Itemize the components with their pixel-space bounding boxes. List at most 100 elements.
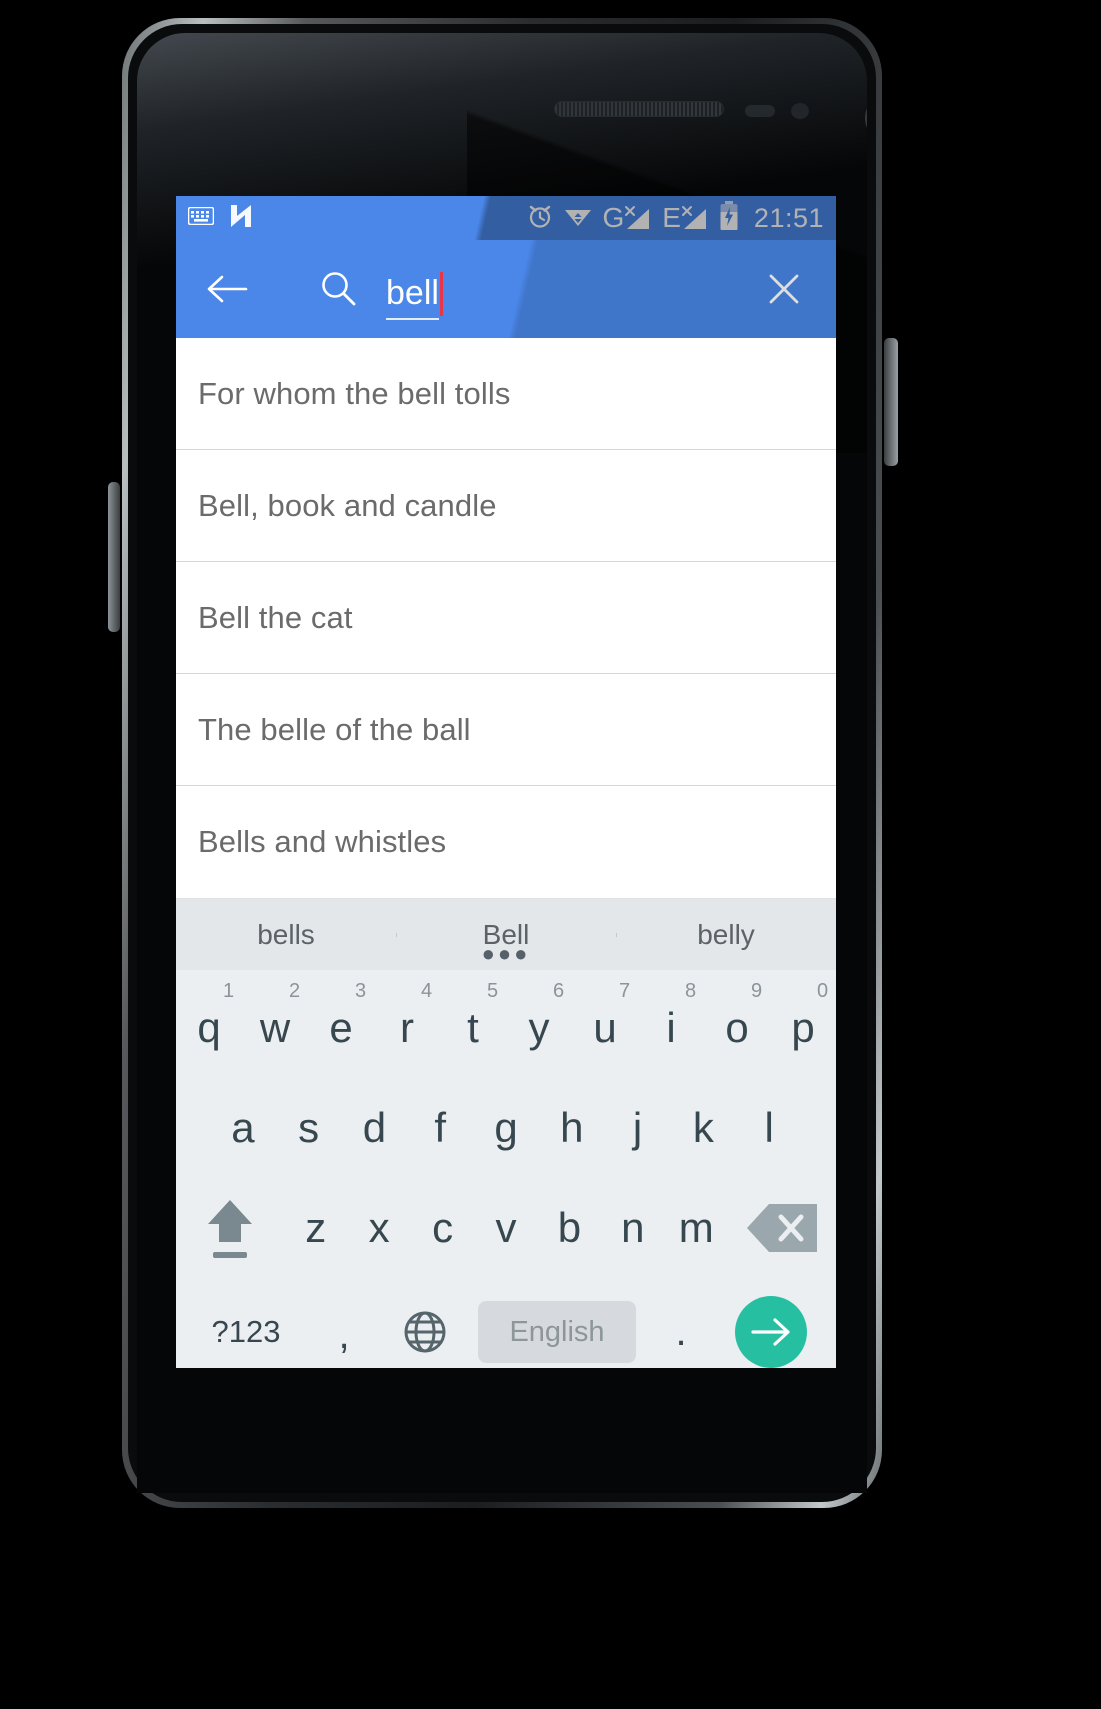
key-number-hint: 7 — [619, 980, 631, 1002]
key-m[interactable]: m — [665, 1178, 728, 1278]
key-number-hint: 0 — [817, 980, 829, 1002]
space-key[interactable]: English — [478, 1301, 636, 1363]
key-number-hint: 8 — [685, 980, 697, 1002]
back-button[interactable] — [200, 262, 254, 316]
key-number-hint: 9 — [751, 980, 763, 1002]
list-item[interactable]: For whom the bell tolls — [176, 338, 836, 450]
suggestion-chip-3[interactable]: belly — [616, 919, 836, 951]
key-label: t — [467, 1004, 479, 1051]
search-app-bar: bell — [176, 240, 836, 338]
arrow-left-icon — [207, 275, 248, 303]
power-button[interactable] — [884, 338, 898, 466]
status-bar-right: G E 21:51 — [526, 200, 824, 236]
nexus-n-icon — [228, 202, 254, 235]
status-bar: G E 21:51 — [176, 196, 836, 240]
clear-search-button[interactable] — [756, 261, 812, 317]
key-g[interactable]: g — [473, 1078, 539, 1178]
key-h[interactable]: h — [539, 1078, 605, 1178]
suggestion-chip-2[interactable]: Bell ●●● — [396, 919, 616, 964]
key-n[interactable]: n — [601, 1178, 664, 1278]
search-input[interactable]: bell — [386, 258, 738, 320]
key-label: l — [764, 1104, 774, 1151]
language-switch-key[interactable] — [382, 1308, 468, 1356]
status-bar-clock: 21:51 — [753, 202, 824, 233]
backspace-icon — [746, 1204, 817, 1252]
key-s[interactable]: s — [276, 1078, 342, 1178]
key-e[interactable]: 3e — [308, 978, 374, 1078]
signal-g-icon: G — [602, 201, 653, 233]
signal-g-label: G — [602, 201, 625, 233]
key-label: i — [666, 1004, 676, 1051]
language-globe-icon — [404, 1311, 446, 1353]
key-y[interactable]: 6y — [506, 978, 572, 1078]
key-a[interactable]: a — [210, 1078, 276, 1178]
keyboard-row-2: a s d f g h j k l — [176, 1078, 836, 1178]
keyboard-row-3: z x c v b n m — [176, 1178, 836, 1278]
key-q[interactable]: 1q — [176, 978, 242, 1078]
key-t[interactable]: 5t — [440, 978, 506, 1078]
key-v[interactable]: v — [474, 1178, 537, 1278]
key-label: x — [368, 1204, 390, 1251]
list-item-label: The belle of the ball — [198, 711, 471, 747]
signal-e-label: E — [662, 201, 681, 233]
shift-key[interactable] — [176, 1190, 284, 1266]
key-x[interactable]: x — [347, 1178, 410, 1278]
key-w[interactable]: 2w — [242, 978, 308, 1078]
keyboard-icon — [187, 206, 215, 230]
key-p[interactable]: 0p — [770, 978, 836, 1078]
key-label: m — [678, 1204, 714, 1251]
list-item[interactable]: Bell the cat — [176, 562, 836, 674]
list-item[interactable]: Bell, book and candle — [176, 450, 836, 562]
backspace-key[interactable] — [728, 1200, 836, 1256]
key-c[interactable]: c — [411, 1178, 474, 1278]
space-key-label: English — [509, 1315, 605, 1348]
key-r[interactable]: 4r — [374, 978, 440, 1078]
list-item[interactable]: The belle of the ball — [176, 674, 836, 786]
key-z[interactable]: z — [284, 1178, 347, 1278]
key-label: n — [621, 1204, 645, 1251]
search-icon — [318, 269, 358, 309]
enter-key-circle — [735, 1296, 807, 1368]
list-item[interactable]: Bells and whistles — [176, 786, 836, 898]
screenshot-stage: G E 21:51 bell For whom the bell tolls B… — [0, 0, 1101, 1709]
period-key-label: . — [675, 1309, 687, 1354]
key-label: s — [298, 1104, 320, 1151]
more-suggestions-icon[interactable]: ●●● — [482, 942, 531, 965]
proximity-sensor — [745, 105, 775, 117]
front-camera — [865, 95, 867, 141]
key-o[interactable]: 9o — [704, 978, 770, 1078]
signal-e-icon: E — [662, 201, 710, 233]
enter-key[interactable] — [716, 1296, 826, 1368]
list-item-label: Bell, book and candle — [198, 487, 497, 523]
key-u[interactable]: 7u — [572, 978, 638, 1078]
key-f[interactable]: f — [407, 1078, 473, 1178]
volume-button[interactable] — [108, 482, 120, 632]
suggestion-chip-1[interactable]: bells — [176, 919, 396, 951]
key-label: f — [434, 1104, 447, 1151]
key-d[interactable]: d — [342, 1078, 408, 1178]
phone-screen: G E 21:51 bell For whom the bell tolls B… — [176, 196, 836, 1368]
key-label: c — [432, 1204, 454, 1251]
key-b[interactable]: b — [538, 1178, 601, 1278]
period-key[interactable]: . — [646, 1310, 716, 1355]
wifi-icon — [563, 204, 593, 233]
key-number-hint: 5 — [487, 980, 499, 1002]
key-j[interactable]: j — [605, 1078, 671, 1178]
key-label: r — [400, 1004, 414, 1051]
key-k[interactable]: k — [670, 1078, 736, 1178]
key-label: q — [197, 1004, 221, 1051]
close-icon — [769, 274, 799, 304]
key-label: e — [329, 1004, 353, 1051]
symbols-key[interactable]: ?123 — [186, 1314, 306, 1350]
key-l[interactable]: l — [736, 1078, 802, 1178]
key-label: j — [632, 1104, 643, 1151]
key-i[interactable]: 8i — [638, 978, 704, 1078]
keyboard-suggestion-strip: bells Bell ●●● belly — [176, 898, 836, 970]
key-label: p — [791, 1004, 815, 1051]
list-item-label: Bells and whistles — [198, 824, 447, 859]
key-label: a — [231, 1104, 255, 1151]
key-label: w — [259, 1004, 291, 1051]
comma-key[interactable]: , — [306, 1307, 382, 1358]
screen-bottom-area — [137, 1368, 867, 1493]
key-label: k — [692, 1104, 714, 1151]
